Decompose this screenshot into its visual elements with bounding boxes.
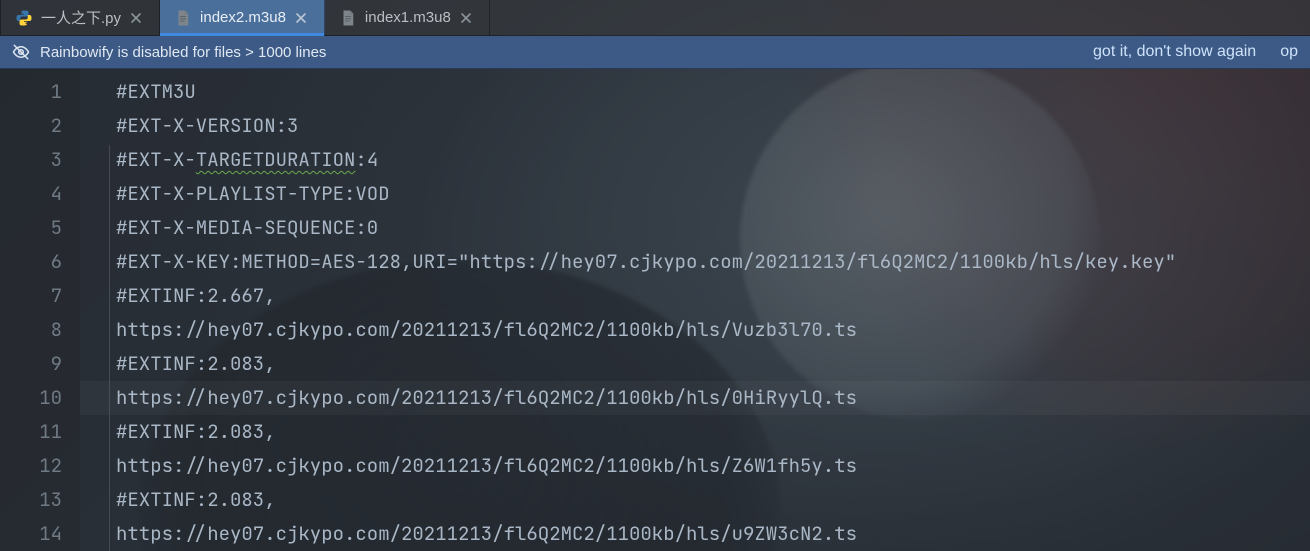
code-line: https://hey07.cjkypo.com/20211213/fl6Q2M… bbox=[116, 449, 1310, 483]
line-number: 11 bbox=[0, 415, 62, 449]
tab-label: index1.m3u8 bbox=[365, 9, 451, 26]
tab-close-icon[interactable] bbox=[459, 11, 473, 25]
line-number-gutter: 1 2 3 4 5 6 7 8 9 10 11 12 13 14 bbox=[0, 69, 80, 551]
tab-label: index2.m3u8 bbox=[200, 9, 286, 26]
code-line: #EXT-X-MEDIA-SEQUENCE:0 bbox=[116, 211, 1310, 245]
line-number: 14 bbox=[0, 517, 62, 551]
editor-tabs: 一人之下.py index2.m3u8 index1.m3u8 bbox=[0, 0, 1310, 36]
code-line: #EXT-X-KEY:METHOD=AES-128,URI="https://h… bbox=[116, 245, 1310, 279]
code-line: https://hey07.cjkypo.com/20211213/fl6Q2M… bbox=[116, 381, 1310, 415]
line-number: 9 bbox=[0, 347, 62, 381]
tab-python-file[interactable]: 一人之下.py bbox=[0, 0, 160, 35]
code-line: #EXTM3U bbox=[116, 75, 1310, 109]
text-file-icon bbox=[339, 9, 357, 27]
notice-message: Rainbowify is disabled for files > 1000 … bbox=[40, 44, 326, 61]
tab-close-icon[interactable] bbox=[129, 11, 143, 25]
notice-action-open-settings[interactable]: op bbox=[1280, 43, 1298, 61]
text-file-icon bbox=[174, 9, 192, 27]
code-line: https://hey07.cjkypo.com/20211213/fl6Q2M… bbox=[116, 313, 1310, 347]
line-number: 12 bbox=[0, 449, 62, 483]
tab-close-icon[interactable] bbox=[294, 11, 308, 25]
line-number: 5 bbox=[0, 211, 62, 245]
notice-action-got-it[interactable]: got it, don't show again bbox=[1093, 43, 1256, 61]
notice-bar: Rainbowify is disabled for files > 1000 … bbox=[0, 36, 1310, 69]
tab-label: 一人之下.py bbox=[41, 7, 121, 28]
eye-off-icon bbox=[12, 43, 30, 61]
code-editor[interactable]: 1 2 3 4 5 6 7 8 9 10 11 12 13 14 #EXTM3U… bbox=[0, 69, 1310, 551]
tab-index1-m3u8[interactable]: index1.m3u8 bbox=[325, 0, 490, 35]
line-number: 8 bbox=[0, 313, 62, 347]
tab-index2-m3u8[interactable]: index2.m3u8 bbox=[160, 0, 325, 35]
code-area[interactable]: #EXTM3U #EXT-X-VERSION:3 #EXT-X-TARGETDU… bbox=[80, 69, 1310, 551]
line-number: 4 bbox=[0, 177, 62, 211]
line-number: 13 bbox=[0, 483, 62, 517]
code-line: #EXTINF:2.083, bbox=[116, 415, 1310, 449]
code-line: https://hey07.cjkypo.com/20211213/fl6Q2M… bbox=[116, 517, 1310, 551]
line-number: 1 bbox=[0, 75, 62, 109]
spell-warning: TARGETDURATION bbox=[196, 147, 356, 172]
code-line: #EXTINF:2.083, bbox=[116, 347, 1310, 381]
code-line: #EXTINF:2.667, bbox=[116, 279, 1310, 313]
line-number: 7 bbox=[0, 279, 62, 313]
gutter-code-divider bbox=[109, 145, 110, 551]
line-number: 10 bbox=[0, 381, 62, 415]
code-line: #EXT-X-TARGETDURATION:4 bbox=[116, 143, 1310, 177]
line-number: 3 bbox=[0, 143, 62, 177]
python-file-icon bbox=[15, 9, 33, 27]
code-line: #EXT-X-PLAYLIST-TYPE:VOD bbox=[116, 177, 1310, 211]
line-number: 2 bbox=[0, 109, 62, 143]
code-line: #EXT-X-VERSION:3 bbox=[116, 109, 1310, 143]
notice-actions: got it, don't show again op bbox=[1093, 43, 1298, 61]
code-line: #EXTINF:2.083, bbox=[116, 483, 1310, 517]
line-number: 6 bbox=[0, 245, 62, 279]
